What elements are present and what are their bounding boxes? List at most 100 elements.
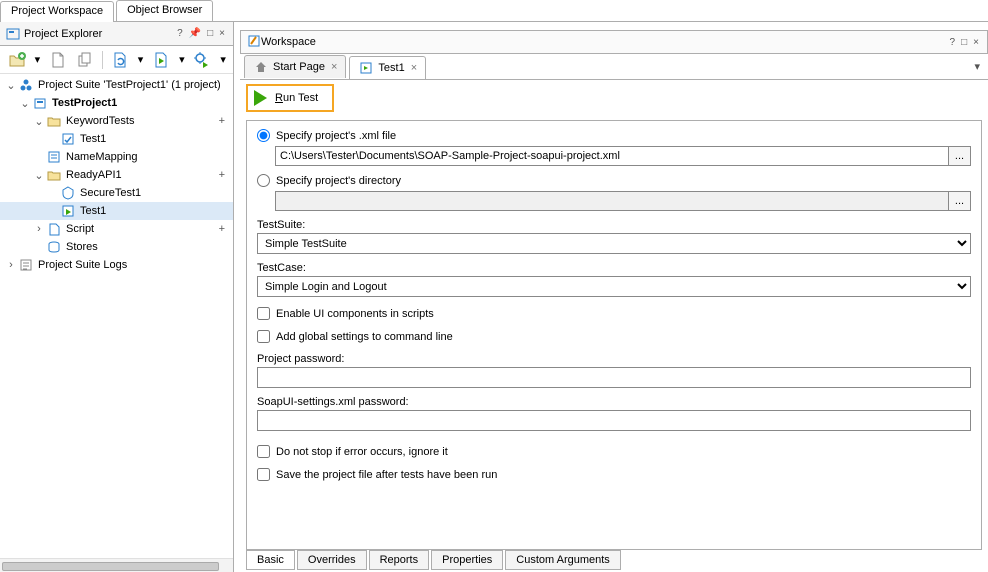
- radio-dir-input[interactable]: [257, 174, 270, 187]
- add-icon[interactable]: +: [219, 115, 233, 127]
- tree-readyapi[interactable]: ⌄ ReadyAPI1 +: [0, 166, 233, 184]
- tab-project-workspace[interactable]: Project Workspace: [0, 1, 114, 22]
- tab-test1[interactable]: Test1 ×: [349, 56, 426, 79]
- tree-ra-test1[interactable]: Test1: [0, 202, 233, 220]
- radio-xml-input[interactable]: [257, 129, 270, 142]
- tree-label: SecureTest1: [79, 187, 141, 199]
- expand-icon[interactable]: ⌄: [4, 79, 18, 92]
- main-area: Project Explorer ? 📌 □ × ▾ ▾: [0, 22, 988, 572]
- radio-xml-file[interactable]: Specify project's .xml file: [257, 129, 971, 142]
- testcase-label: TestCase:: [257, 262, 971, 274]
- secure-test-icon: [60, 185, 76, 201]
- tab-object-browser[interactable]: Object Browser: [116, 0, 213, 21]
- nostop-checkbox[interactable]: [257, 445, 270, 458]
- refresh-dropdown[interactable]: ▾: [137, 53, 145, 66]
- help-icon[interactable]: ?: [948, 37, 958, 48]
- project-tree: ⌄ Project Suite 'TestProject1' (1 projec…: [0, 74, 233, 558]
- home-icon: [253, 59, 269, 75]
- testcase-select[interactable]: Simple Login and Logout: [257, 276, 971, 297]
- close-tab-icon[interactable]: ×: [411, 62, 417, 74]
- tree-namemapping[interactable]: NameMapping: [0, 148, 233, 166]
- tree-kw-test1[interactable]: Test1: [0, 130, 233, 148]
- radio-directory[interactable]: Specify project's directory: [257, 174, 971, 187]
- tab-reports[interactable]: Reports: [369, 550, 430, 570]
- tree-script[interactable]: › Script +: [0, 220, 233, 238]
- browse-xml-button[interactable]: ...: [949, 146, 971, 166]
- toolbar-separator: [102, 51, 103, 69]
- play-icon: [254, 90, 267, 106]
- workspace-panel: Workspace ? □ × Start Page × Test1 × ▾: [240, 22, 988, 572]
- add-icon[interactable]: +: [219, 169, 233, 181]
- close-tab-icon[interactable]: ×: [331, 61, 337, 73]
- tree-label: TestProject1: [51, 97, 117, 109]
- radio-xml-label: Specify project's .xml file: [276, 130, 396, 142]
- refresh-button[interactable]: [109, 49, 130, 71]
- enable-ui-row[interactable]: Enable UI components in scripts: [257, 307, 971, 320]
- global-settings-checkbox[interactable]: [257, 330, 270, 343]
- folder-icon: [46, 167, 62, 183]
- close-panel-icon[interactable]: ×: [971, 37, 981, 48]
- maximize-icon[interactable]: □: [959, 37, 969, 48]
- explorer-toolbar: ▾ ▾ ▾ ▾: [0, 46, 233, 74]
- maximize-icon[interactable]: □: [205, 28, 215, 39]
- tree-suite-logs[interactable]: › Project Suite Logs: [0, 256, 233, 274]
- tab-basic[interactable]: Basic: [246, 550, 295, 570]
- enable-ui-checkbox[interactable]: [257, 307, 270, 320]
- browse-dir-button[interactable]: ...: [949, 191, 971, 211]
- expand-icon[interactable]: ⌄: [18, 97, 32, 110]
- tree-label: Script: [65, 223, 94, 235]
- dir-path-row: ...: [275, 191, 971, 211]
- nostop-row[interactable]: Do not stop if error occurs, ignore it: [257, 445, 971, 458]
- settings-run-button[interactable]: [192, 49, 213, 71]
- run-test-button[interactable]: Run Test: [246, 84, 334, 112]
- tab-start-page[interactable]: Start Page ×: [244, 55, 346, 78]
- close-panel-icon[interactable]: ×: [217, 28, 227, 39]
- tree-label: Test1: [79, 205, 106, 217]
- tree-securetest[interactable]: SecureTest1: [0, 184, 233, 202]
- xml-path-input[interactable]: [275, 146, 949, 166]
- add-icon[interactable]: +: [219, 223, 233, 235]
- panel-controls: ? 📌 □ ×: [175, 28, 227, 39]
- save-project-checkbox[interactable]: [257, 468, 270, 481]
- expand-icon[interactable]: ⌄: [32, 169, 46, 182]
- tree-project[interactable]: ⌄ TestProject1: [0, 94, 233, 112]
- settings-run-dropdown[interactable]: ▾: [219, 53, 227, 66]
- tab-custom-arguments[interactable]: Custom Arguments: [505, 550, 621, 570]
- expand-icon[interactable]: ›: [32, 223, 46, 235]
- testsuite-select[interactable]: Simple TestSuite: [257, 233, 971, 254]
- tab-overrides[interactable]: Overrides: [297, 550, 367, 570]
- add-item-button[interactable]: [6, 49, 27, 71]
- pin-icon[interactable]: 📌: [187, 28, 203, 39]
- editor-tabs: Start Page × Test1 × ▾: [240, 54, 988, 80]
- save-project-row[interactable]: Save the project file after tests have b…: [257, 468, 971, 481]
- mapping-icon: [46, 149, 62, 165]
- expand-icon[interactable]: ›: [4, 259, 18, 271]
- run-button[interactable]: [150, 49, 171, 71]
- file-button[interactable]: [47, 49, 68, 71]
- test-icon: [60, 131, 76, 147]
- radio-dir-label: Specify project's directory: [276, 175, 401, 187]
- add-item-dropdown[interactable]: ▾: [33, 53, 41, 66]
- tree-stores[interactable]: Stores: [0, 238, 233, 256]
- tree-label: Stores: [65, 241, 98, 253]
- tree-project-suite[interactable]: ⌄ Project Suite 'TestProject1' (1 projec…: [0, 76, 233, 94]
- project-explorer-title: Project Explorer: [24, 28, 102, 40]
- testsuite-label: TestSuite:: [257, 219, 971, 231]
- workspace-icon: [247, 34, 261, 51]
- horizontal-scrollbar[interactable]: [0, 558, 233, 572]
- tab-properties[interactable]: Properties: [431, 550, 503, 570]
- project-explorer-panel: Project Explorer ? 📌 □ × ▾ ▾: [0, 22, 234, 572]
- tree-keywordtests[interactable]: ⌄ KeywordTests +: [0, 112, 233, 130]
- run-dropdown[interactable]: ▾: [178, 53, 186, 66]
- soapui-password-input[interactable]: [257, 410, 971, 431]
- tabs-overflow-icon[interactable]: ▾: [974, 60, 980, 73]
- global-settings-row[interactable]: Add global settings to command line: [257, 330, 971, 343]
- test-config-form: Specify project's .xml file ... Specify …: [246, 120, 982, 550]
- xml-path-row: ...: [275, 146, 971, 166]
- expand-icon[interactable]: ⌄: [32, 115, 46, 128]
- copy-button[interactable]: [75, 49, 96, 71]
- run-label: Run Test: [275, 92, 318, 104]
- help-icon[interactable]: ?: [175, 28, 185, 39]
- project-password-input[interactable]: [257, 367, 971, 388]
- enable-ui-label: Enable UI components in scripts: [276, 308, 434, 320]
